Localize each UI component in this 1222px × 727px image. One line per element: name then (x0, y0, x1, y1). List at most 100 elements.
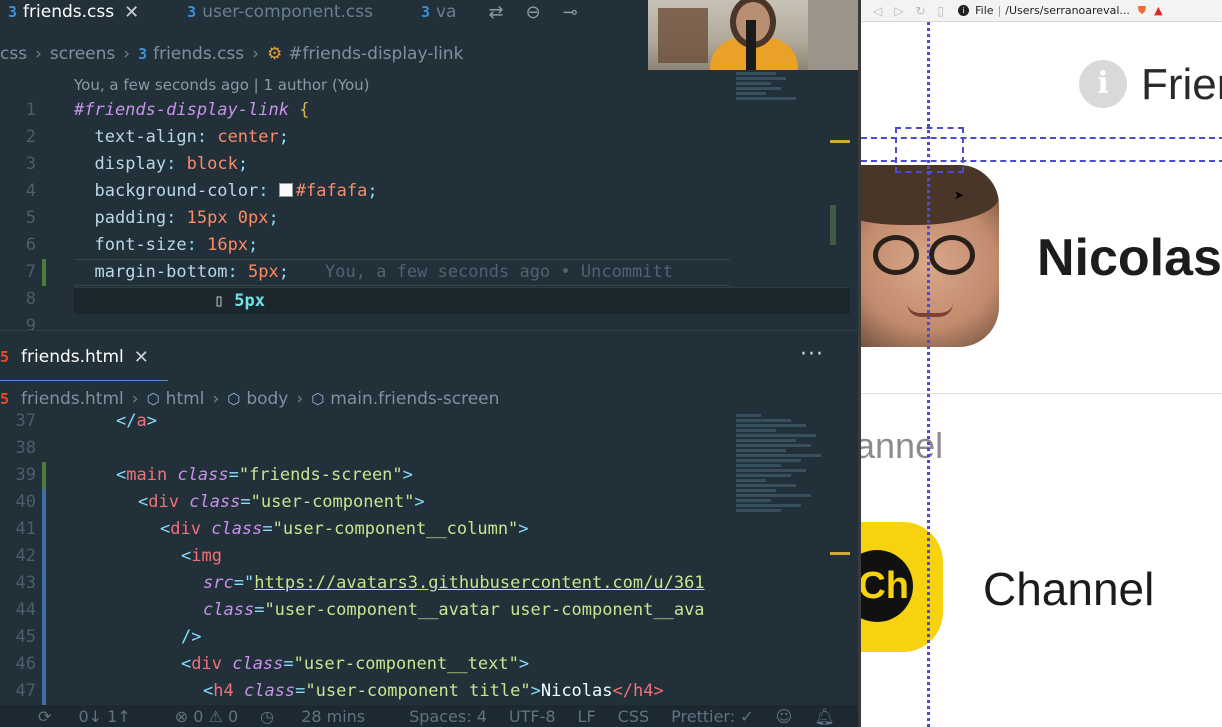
editor-tabbar-bottom: 5 friends.html ✕ (0, 345, 858, 369)
chevron-right-icon: › (123, 44, 131, 64)
user-name[interactable]: Nicolas (1037, 228, 1222, 288)
git-change-marker (42, 678, 46, 705)
avatar-url-link[interactable]: https://avatars3.githubusercontent.com/u… (254, 573, 704, 593)
breadcrumb-item[interactable]: html (166, 389, 205, 409)
breadcrumb-item[interactable]: screens (50, 44, 115, 64)
hover-value-hint: ▯ 5px (74, 287, 850, 314)
rewards-icon[interactable]: ▲ (1154, 4, 1162, 17)
git-change-marker (42, 651, 46, 678)
browser-preview: ◁ ▷ ↻ ▯ i File | /Users/serranoareval...… (858, 0, 1222, 727)
sync-status[interactable]: ⟳ 0↓ 1↑ (38, 707, 153, 726)
breadcrumb-item[interactable]: friends.html (21, 389, 124, 409)
forward-icon[interactable]: ▷ (894, 4, 903, 18)
scroll-marker (830, 552, 850, 555)
bookmark-icon[interactable]: ▯ (938, 4, 945, 18)
git-change-marker (42, 543, 46, 570)
time-tracker[interactable]: ◷ 28 mins (260, 707, 387, 726)
problems-status[interactable]: ⊗ 0 ⚠ 0 (175, 707, 238, 726)
code-line: 42 <img (0, 543, 740, 570)
breadcrumb-item[interactable]: main.friends-screen (330, 389, 499, 409)
color-swatch[interactable] (278, 183, 293, 197)
code-line: 2 text-align: center; (25, 127, 289, 147)
code-line: 47 <h4 class="user-component title">Nico… (0, 678, 740, 705)
code-line: 40 <div class="user-component"> (0, 489, 740, 516)
indentation-status[interactable]: Spaces: 4 (409, 707, 487, 726)
status-bar: ⟳ 0↓ 1↑ ⊗ 0 ⚠ 0 ◷ 28 mins Spaces: 4 UTF-… (0, 705, 858, 727)
html-code[interactable]: 37 </a> 38 39 <main class="friends-scree… (0, 408, 740, 705)
ruler-icon: ▯ (214, 291, 225, 311)
git-change-marker (42, 624, 46, 651)
breadcrumb-item[interactable]: css (0, 44, 27, 64)
code-line: 46 <div class="user-component__text"> (0, 651, 740, 678)
tab-va[interactable]: 3 va (413, 0, 467, 24)
inline-blame: You, a few seconds ago • Uncommitt (325, 262, 673, 282)
minimap-bottom[interactable] (736, 414, 826, 514)
code-line: 37 </a> (15, 411, 157, 431)
breadcrumb-item[interactable]: #friends-display-link (288, 44, 463, 64)
css-file-icon: 3 (8, 3, 18, 21)
cube-icon: ⬡ (146, 390, 160, 408)
address-bar[interactable]: ◁ ▷ ↻ ▯ i File | /Users/serranoareval...… (861, 0, 1222, 22)
channel-name[interactable]: Channel (983, 562, 1154, 616)
microphone-icon (746, 20, 756, 70)
code-line: 44 class="user-component__avatar user-co… (0, 597, 740, 624)
css-file-icon: 3 (138, 45, 148, 63)
cube-icon: ⬡ (227, 390, 241, 408)
tab-friends-html[interactable]: 5 friends.html ✕ (0, 345, 159, 369)
back-icon[interactable]: ◁ (873, 4, 882, 18)
code-line: 7 margin-bottom: 5px; You, a few seconds … (0, 259, 740, 286)
chevron-right-icon: › (35, 44, 42, 64)
code-line: 41 <div class="user-component__column"> (0, 516, 740, 543)
chevron-right-icon: › (131, 389, 139, 409)
tab-user-component-css[interactable]: 3 user-component.css (179, 0, 383, 24)
mouse-cursor-icon: ➤ (954, 188, 965, 202)
code-line: 1 #friends-display-link { (25, 100, 310, 120)
code-line: 3 display: block; (25, 154, 249, 174)
code-line: 43 src="https://avatars3.githubuserconte… (0, 570, 740, 597)
git-change-marker (42, 570, 46, 597)
active-tab-underline (0, 380, 168, 381)
git-modified-marker (42, 462, 46, 489)
breadcrumb-item[interactable]: body (246, 389, 288, 409)
language-mode[interactable]: CSS (618, 707, 649, 726)
brave-shield-icon[interactable]: ⛊ (1138, 4, 1146, 18)
reload-icon[interactable]: ↻ (915, 4, 925, 18)
code-editor: 3 friends.css ✕ 3 user-component.css 3 v… (0, 0, 858, 727)
info-icon[interactable]: i (958, 5, 970, 16)
codelens-blame[interactable]: You, a few seconds ago | 1 author (You) (74, 76, 370, 94)
chevron-right-icon: › (212, 389, 220, 409)
minimap-top[interactable] (736, 72, 826, 102)
scroll-marker (830, 140, 850, 143)
notifications-bell-icon[interactable]: 🔔︎ (814, 707, 834, 726)
git-compare-icon[interactable]: ⇄ (488, 2, 503, 23)
info-icon[interactable]: i (1079, 60, 1127, 108)
code-line: 6 font-size: 16px; (25, 235, 259, 255)
css-file-icon: 3 (187, 3, 197, 21)
breadcrumb: css › screens › 3 friends.css › ⚙ #frien… (0, 41, 463, 67)
prettier-status[interactable]: Prettier: ✓ (671, 707, 753, 726)
pane-divider[interactable] (0, 330, 858, 331)
close-icon[interactable]: ✕ (124, 2, 139, 23)
close-icon[interactable]: ✕ (134, 347, 149, 368)
code-line: 9 (25, 316, 36, 336)
more-actions-button[interactable]: ··· (800, 342, 824, 367)
git-commit-icon[interactable]: ⊸ (563, 2, 578, 23)
html-file-icon: 5 (0, 348, 10, 366)
encoding-status[interactable]: UTF-8 (509, 707, 556, 726)
page-header-title: Frier (1141, 60, 1222, 109)
symbol-icon: ⚙ (266, 44, 283, 64)
code-line: 39 <main class="friends-screen"> (0, 462, 740, 489)
eol-status[interactable]: LF (578, 707, 596, 726)
git-commit-prev-icon[interactable]: ⊖ (526, 2, 541, 23)
breadcrumb-item[interactable]: friends.css (153, 44, 244, 64)
element-highlight-box (895, 127, 964, 173)
chevron-right-icon: › (252, 44, 259, 64)
code-line: 4 background-color: #fafafa; (25, 181, 378, 201)
sync-icon: ⟳ (38, 706, 57, 726)
code-line: 5 padding: 15px 0px; (25, 208, 279, 228)
tab-friends-css[interactable]: 3 friends.css ✕ (0, 0, 149, 24)
channel-avatar: Ch (861, 522, 943, 652)
feedback-icon[interactable]: ☺ (776, 707, 793, 726)
code-line: 45 /> (0, 624, 740, 651)
html-file-icon: 5 (0, 390, 10, 408)
